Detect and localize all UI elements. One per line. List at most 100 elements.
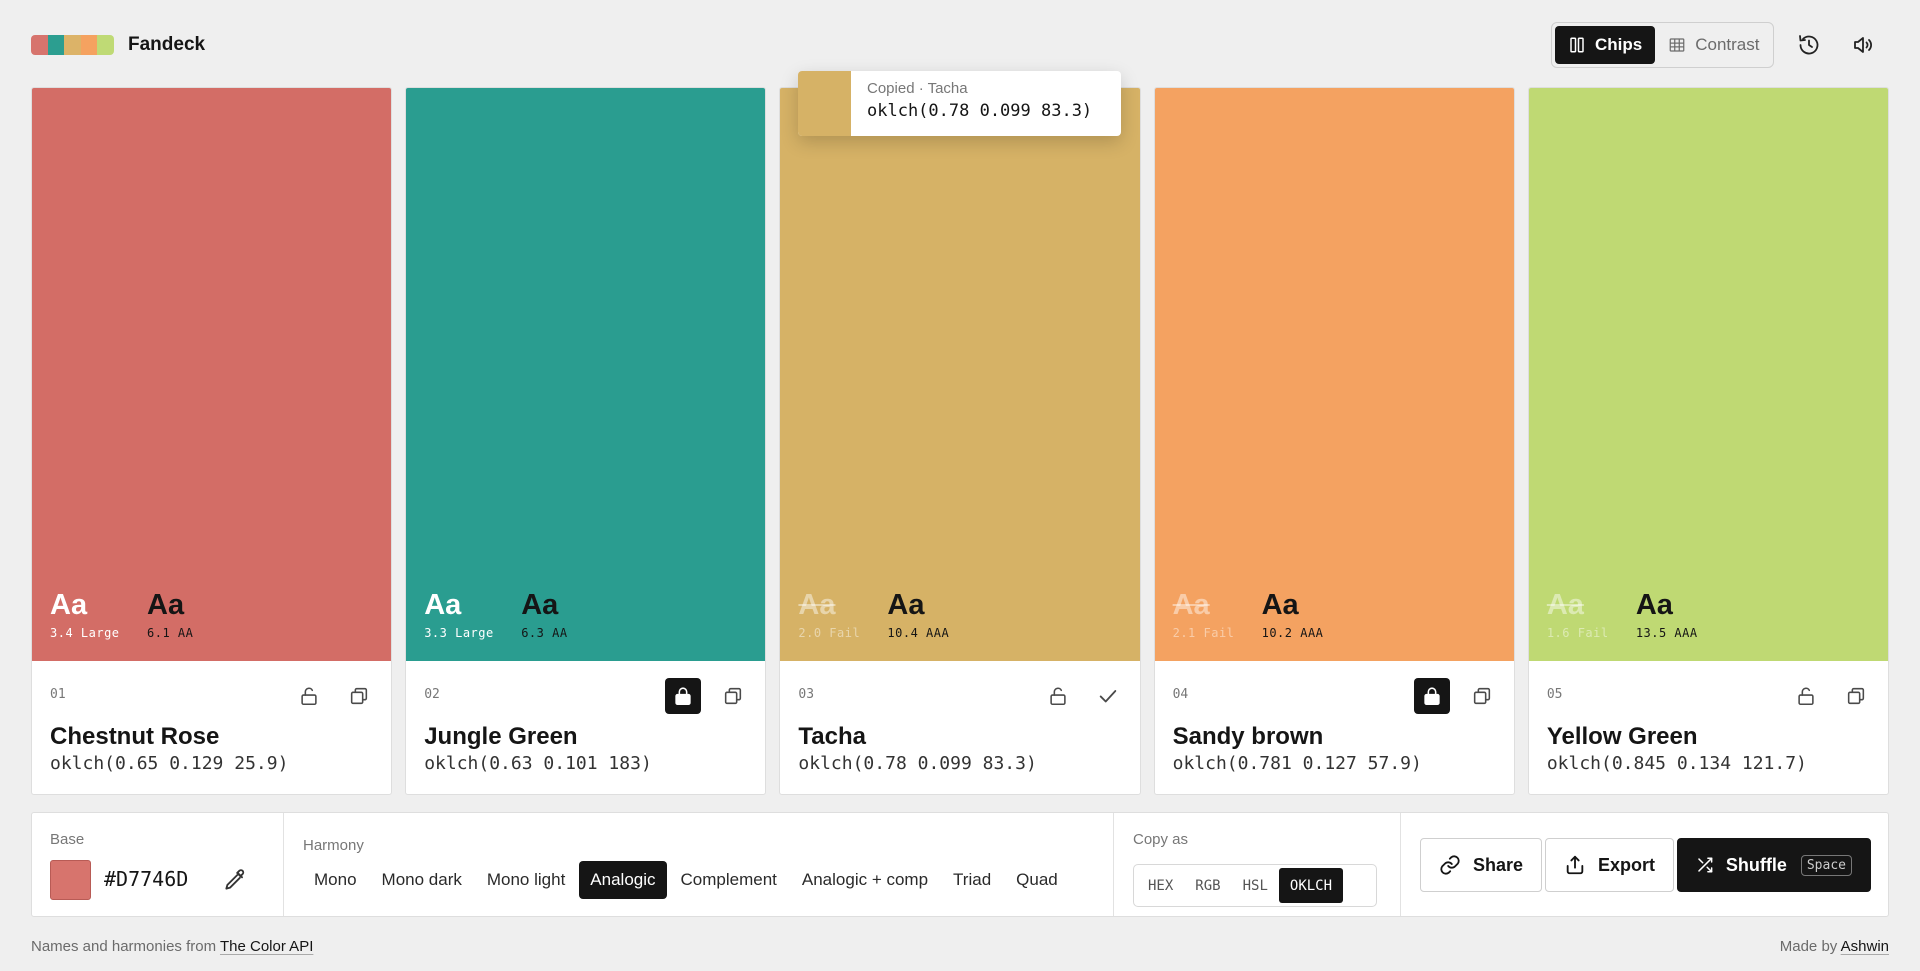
tab-contrast[interactable]: Contrast — [1655, 26, 1772, 64]
card-index: 02 — [424, 687, 440, 702]
color-cards: Aa 3.4 Large Aa 6.1 AA 01 Chestnut Rose oklch(… — [31, 87, 1890, 795]
color-swatch[interactable]: Aa 2.1 Fail Aa 10.2 AAA — [1154, 88, 1514, 661]
contrast-white-aa: Aa — [1546, 589, 1584, 621]
export-label: Export — [1598, 854, 1656, 875]
history-button[interactable] — [1795, 31, 1823, 59]
columns-icon — [1570, 37, 1584, 53]
base-label: Base — [50, 831, 85, 848]
copy-format-option[interactable]: HSL — [1232, 868, 1279, 903]
contrast-black-ratio: 10.4 AAA — [887, 626, 950, 640]
contrast-black-sample: Aa 10.4 AAA — [887, 589, 950, 641]
contrast-white-aa: Aa — [798, 589, 836, 621]
lock-button[interactable] — [291, 678, 327, 714]
harmony-option[interactable]: Complement — [670, 861, 788, 899]
lock-button[interactable] — [1040, 678, 1076, 714]
tooltip-swatch — [798, 71, 851, 136]
harmony-option[interactable]: Quad — [1005, 861, 1069, 899]
lock-button[interactable] — [1788, 678, 1824, 714]
color-card[interactable]: Aa 1.6 Fail Aa 13.5 AAA 05 Yellow Green oklch(… — [1527, 87, 1890, 795]
contrast-black-aa: Aa — [887, 589, 925, 621]
check-icon — [1097, 685, 1119, 707]
contrast-white-aa: Aa — [1172, 589, 1210, 621]
sound-button[interactable] — [1849, 31, 1877, 59]
base-hex-value[interactable]: #D7746D — [104, 867, 188, 891]
harmony-option[interactable]: Analogic — [579, 861, 667, 899]
footer-author-text: Made by — [1779, 938, 1838, 955]
share-button[interactable]: Share — [1420, 838, 1543, 892]
color-swatch[interactable]: Aa 1.6 Fail Aa 13.5 AAA — [1528, 88, 1889, 661]
harmony-option[interactable]: Analogic + comp — [791, 861, 939, 899]
color-card[interactable]: Aa 3.4 Large Aa 6.1 AA 01 Chestnut Rose oklch(… — [31, 87, 393, 795]
color-card[interactable]: Aa 2.1 Fail Aa 10.2 AAA 04 Sandy brown oklch(0… — [1153, 87, 1515, 795]
grid-icon — [1669, 38, 1685, 52]
contrast-black-aa: Aa — [147, 589, 185, 621]
copy-icon — [1471, 685, 1493, 707]
color-swatch[interactable]: Aa 2.0 Fail Aa 10.4 AAA — [780, 88, 1140, 661]
lock-button[interactable] — [665, 678, 702, 714]
contrast-white-aa: Aa — [50, 589, 88, 621]
upload-icon — [1566, 855, 1584, 875]
color-value[interactable]: oklch(0.845 0.134 121.7) — [1547, 753, 1807, 774]
app-logo — [31, 35, 114, 55]
copy-format-option[interactable]: OKLCH — [1278, 868, 1344, 903]
copy-format-option[interactable]: RGB — [1184, 868, 1231, 903]
card-index: 01 — [50, 687, 66, 702]
contrast-white-ratio: 3.4 Large — [50, 626, 120, 640]
logo-stripe — [80, 35, 98, 55]
tab-chips[interactable]: Chips — [1555, 26, 1656, 64]
color-card[interactable]: Aa 3.3 Large Aa 6.3 AA 02 Jungle Green oklch(0… — [405, 87, 767, 795]
color-name: Yellow Green — [1546, 723, 1698, 750]
contrast-white-sample: Aa 2.1 Fail — [1172, 589, 1235, 641]
author-link[interactable]: Ashwin — [1841, 938, 1889, 955]
lock-icon — [1421, 685, 1443, 707]
color-value[interactable]: oklch(0.65 0.129 25.9) — [50, 753, 288, 774]
unlock-icon — [1795, 685, 1817, 707]
color-swatch[interactable]: Aa 3.4 Large Aa 6.1 AA — [32, 88, 392, 661]
color-value[interactable]: oklch(0.78 0.099 83.3) — [798, 753, 1036, 774]
harmony-option[interactable]: Mono — [303, 861, 368, 899]
card-index: 04 — [1172, 687, 1189, 702]
lock-button[interactable] — [1413, 678, 1450, 714]
card-info: 05 Yellow Green oklch(0.845 0.134 121.7) — [1529, 661, 1888, 794]
copy-button[interactable] — [1464, 678, 1500, 714]
copy-button[interactable] — [1838, 678, 1874, 714]
color-value[interactable]: oklch(0.781 0.127 57.9) — [1173, 753, 1422, 774]
contrast-white-sample: Aa 2.0 Fail — [798, 589, 860, 641]
contrast-white-sample: Aa 3.3 Large — [424, 589, 494, 641]
color-api-link[interactable]: The Color API — [220, 938, 313, 955]
contrast-black-sample: Aa 6.3 AA — [521, 591, 568, 641]
tab-chips-label: Chips — [1595, 35, 1643, 54]
color-card[interactable]: Aa 2.0 Fail Aa 10.4 AAA 03 Tacha oklch(0.78 0.… — [779, 87, 1141, 795]
eyedropper-button[interactable] — [222, 867, 248, 893]
color-name: Tacha — [798, 723, 866, 750]
contrast-black-ratio: 6.3 AA — [521, 626, 568, 640]
contrast-black-aa: Aa — [1635, 589, 1673, 621]
contrast-black-aa: Aa — [1261, 589, 1299, 621]
copy-icon — [722, 685, 744, 707]
color-swatch[interactable]: Aa 3.3 Large Aa 6.3 AA — [406, 88, 766, 661]
copy-button[interactable] — [715, 678, 751, 714]
color-value[interactable]: oklch(0.63 0.101 183) — [424, 753, 652, 774]
copy-button[interactable] — [341, 678, 377, 714]
harmony-option[interactable]: Triad — [942, 861, 1002, 899]
contrast-black-sample: Aa 6.1 AA — [147, 589, 193, 641]
harmony-label: Harmony — [303, 837, 364, 854]
shuffle-button[interactable]: Shuffle Space — [1677, 838, 1871, 892]
contrast-white-aa: Aa — [424, 589, 462, 621]
harmony-option[interactable]: Mono dark — [371, 861, 473, 899]
tooltip-title: Copied · Tacha — [867, 80, 968, 97]
divider — [1400, 813, 1401, 916]
harmony-option[interactable]: Mono light — [476, 861, 576, 899]
contrast-black-sample: Aa 10.2 AAA — [1261, 589, 1324, 641]
contrast-white-ratio: 1.6 Fail — [1546, 626, 1609, 640]
copy-as-label: Copy as — [1133, 831, 1189, 848]
copy-button[interactable] — [1090, 678, 1126, 714]
tab-contrast-label: Contrast — [1695, 35, 1760, 54]
export-button[interactable]: Export — [1545, 838, 1675, 892]
footer-credits: Names and harmonies from The Color API — [31, 938, 313, 955]
base-swatch[interactable] — [50, 860, 91, 900]
color-name: Chestnut Rose — [50, 723, 220, 750]
contrast-white-ratio: 3.3 Large — [424, 626, 494, 640]
copy-format-option[interactable]: HEX — [1137, 868, 1184, 903]
unlock-icon — [298, 685, 320, 707]
